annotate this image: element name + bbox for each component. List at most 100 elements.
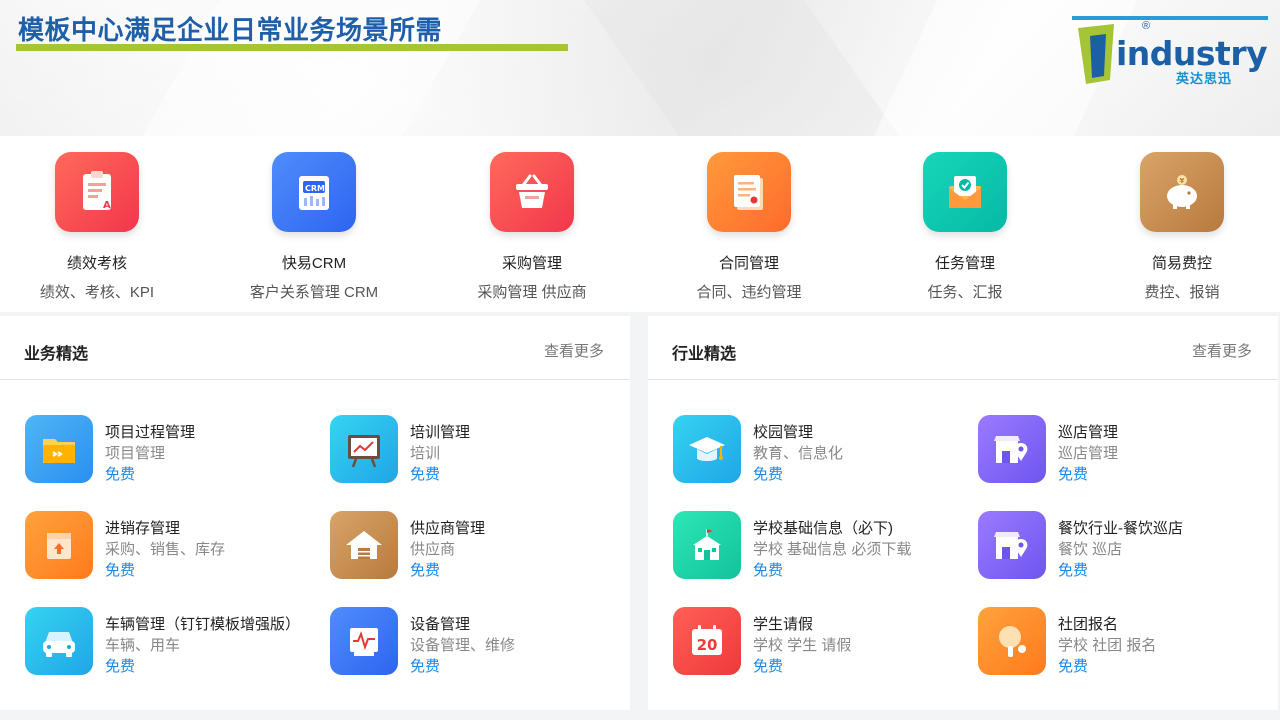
app-description: 采购管理 供应商	[477, 284, 587, 301]
panel-title: 行业精选	[672, 346, 737, 363]
item-description: 设备管理、维修	[410, 637, 516, 654]
item-name: 学生请假	[753, 616, 814, 633]
app-crm[interactable]: CRM 快易CRM 客户关系管理 CRM	[206, 152, 422, 302]
item-price: 免费	[753, 466, 784, 483]
item-price: 免费	[410, 658, 441, 675]
logo-mark-icon	[1078, 24, 1114, 84]
title-underline	[16, 44, 568, 51]
clipboard-icon: A	[55, 152, 139, 232]
item-price: 免费	[1058, 562, 1089, 579]
svg-text:¥: ¥	[1180, 177, 1185, 185]
app-task[interactable]: 任务管理 任务、汇报	[857, 152, 1073, 302]
app-contract[interactable]: 合同管理 合同、违约管理	[641, 152, 857, 302]
view-more-link[interactable]: 查看更多	[1192, 340, 1252, 361]
basket-icon	[490, 152, 574, 232]
list-item[interactable]: 车辆管理（钉钉模板增强版） 车辆、用车 免费	[25, 607, 315, 679]
item-description: 教育、信息化	[753, 445, 844, 462]
item-description: 供应商	[410, 541, 456, 558]
contract-icon	[707, 152, 791, 232]
envelope-check-icon	[923, 152, 1007, 232]
item-description: 学校 社团 报名	[1058, 637, 1157, 654]
list-item[interactable]: 培训管理 培训 免费	[330, 415, 620, 487]
svg-text:CRM: CRM	[305, 184, 325, 193]
item-name: 校园管理	[753, 424, 814, 441]
ping-pong-icon	[978, 607, 1046, 675]
school-building-icon	[673, 511, 741, 579]
item-name: 项目过程管理	[105, 424, 196, 441]
background-polygon	[569, 0, 931, 136]
list-item[interactable]: 设备管理 设备管理、维修 免费	[330, 607, 620, 679]
item-price: 免费	[753, 562, 784, 579]
app-description: 绩效、考核、KPI	[39, 284, 155, 301]
list-item[interactable]: 进销存管理 采购、销售、库存 免费	[25, 511, 315, 583]
device-monitor-icon	[330, 607, 398, 675]
store-pin-icon	[978, 415, 1046, 483]
piggy-bank-icon: ¥	[1140, 152, 1224, 232]
app-name: 任务管理	[934, 255, 995, 272]
item-description: 培训	[410, 445, 441, 462]
item-description: 车辆、用车	[105, 637, 181, 654]
app-description: 费控、报销	[1144, 284, 1220, 301]
item-price: 免费	[410, 562, 441, 579]
item-price: 免费	[105, 466, 136, 483]
item-price: 免费	[753, 658, 784, 675]
featured-apps-row: A 绩效考核 绩效、考核、KPI CRM 快易CRM 客户关系管理 CRM 采购…	[0, 136, 1280, 312]
item-price: 免费	[1058, 658, 1089, 675]
view-more-link[interactable]: 查看更多	[544, 340, 604, 361]
item-name: 供应商管理	[410, 520, 486, 537]
list-item[interactable]: 餐饮行业-餐饮巡店 餐饮 巡店 免费	[978, 511, 1268, 583]
slide-title: 模板中心满足企业日常业务场景所需	[18, 15, 443, 45]
panel-header: 行业精选 查看更多	[648, 316, 1278, 380]
app-procurement[interactable]: 采购管理 采购管理 供应商	[424, 152, 640, 302]
item-name: 车辆管理（钉钉模板增强版）	[105, 616, 301, 633]
app-name: 快易CRM	[281, 255, 347, 272]
slide-header: 模板中心满足企业日常业务场景所需 ® industry 英达思迅	[0, 0, 1280, 136]
app-performance[interactable]: A 绩效考核 绩效、考核、KPI	[0, 152, 205, 302]
logo-registered-mark: ®	[1142, 20, 1151, 32]
app-name: 简易费控	[1151, 255, 1212, 272]
list-item[interactable]: 学校基础信息（必下) 学校 基础信息 必须下载 免费	[673, 511, 963, 583]
presentation-board-icon	[330, 415, 398, 483]
item-price: 免费	[105, 562, 136, 579]
item-description: 学校 学生 请假	[753, 637, 852, 654]
item-name: 培训管理	[410, 424, 471, 441]
item-description: 巡店管理	[1058, 445, 1119, 462]
logo-chinese-name: 英达思迅	[1176, 71, 1233, 86]
store-pin-icon	[978, 511, 1046, 579]
list-item[interactable]: 社团报名 学校 社团 报名 免费	[978, 607, 1268, 679]
app-name: 采购管理	[501, 255, 562, 272]
list-item[interactable]: 20 学生请假 学校 学生 请假 免费	[673, 607, 963, 679]
crm-icon: CRM	[272, 152, 356, 232]
calendar-day: 20	[697, 636, 718, 654]
item-name: 学校基础信息（必下)	[753, 520, 893, 537]
industry-logo: ® industry 英达思迅	[1072, 14, 1272, 86]
item-description: 采购、销售、库存	[105, 541, 226, 558]
app-name: 合同管理	[718, 255, 779, 272]
list-item[interactable]: 供应商管理 供应商 免费	[330, 511, 620, 583]
logo-line	[1072, 16, 1268, 20]
item-description: 餐饮 巡店	[1058, 541, 1123, 558]
item-price: 免费	[1058, 466, 1089, 483]
calendar-icon: 20	[673, 607, 741, 675]
app-expense[interactable]: ¥ 简易费控 费控、报销	[1074, 152, 1280, 302]
panel-title: 业务精选	[24, 346, 89, 363]
car-icon	[25, 607, 93, 675]
item-name: 餐饮行业-餐饮巡店	[1058, 520, 1183, 537]
item-price: 免费	[105, 658, 136, 675]
item-price: 免费	[410, 466, 441, 483]
list-item[interactable]: 校园管理 教育、信息化 免费	[673, 415, 963, 487]
warehouse-icon	[330, 511, 398, 579]
item-name: 巡店管理	[1058, 424, 1119, 441]
app-description: 任务、汇报	[927, 284, 1003, 301]
list-item[interactable]: 项目过程管理 项目管理 免费	[25, 415, 315, 487]
graduation-cap-icon	[673, 415, 741, 483]
business-panel: 业务精选 查看更多 项目过程管理 项目管理 免费 培训管理 培训 免费 进销存管…	[0, 316, 630, 710]
app-description: 客户关系管理 CRM	[249, 284, 379, 301]
app-name: 绩效考核	[66, 255, 127, 272]
item-description: 项目管理	[105, 445, 166, 462]
svg-text:A: A	[103, 200, 111, 211]
item-name: 社团报名	[1058, 616, 1119, 633]
list-item[interactable]: 巡店管理 巡店管理 免费	[978, 415, 1268, 487]
item-name: 进销存管理	[105, 520, 181, 537]
folder-icon	[25, 415, 93, 483]
